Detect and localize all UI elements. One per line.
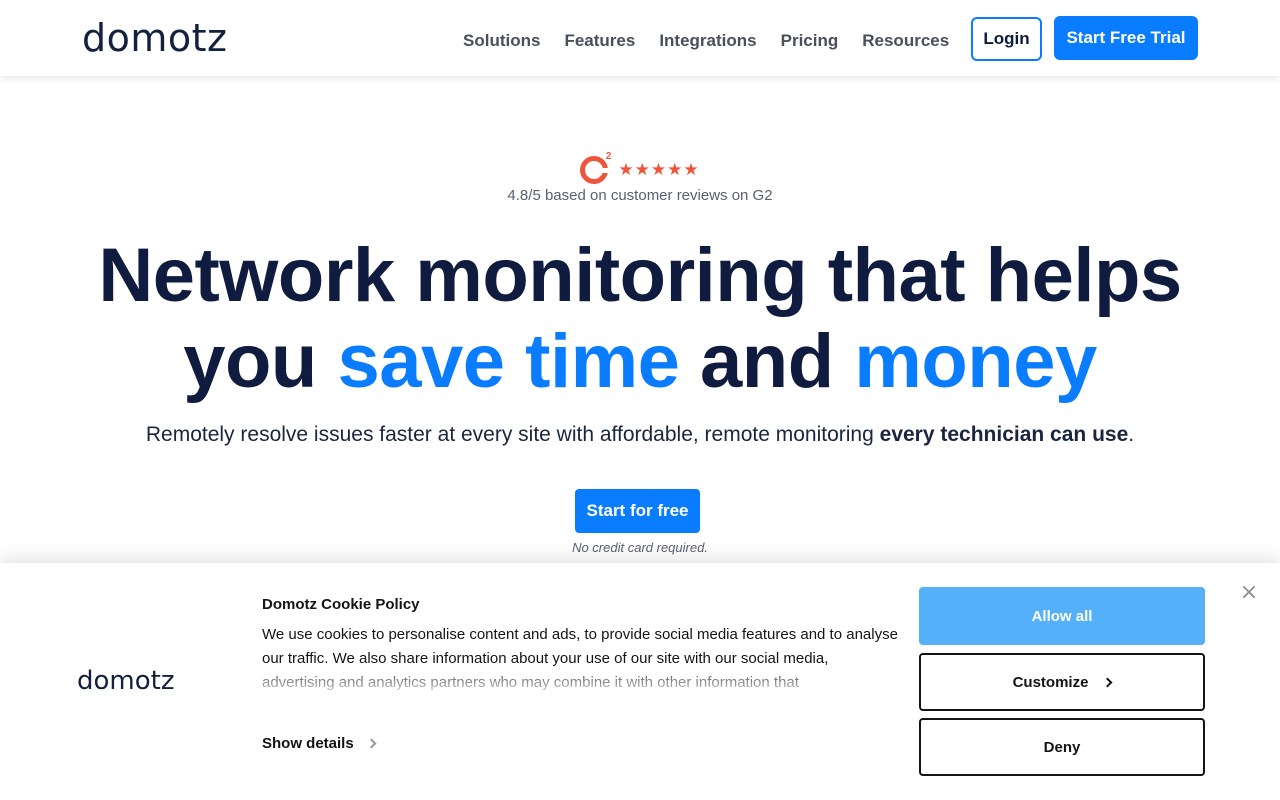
no-credit-card-note: No credit card required. [572, 540, 708, 555]
hero-subtitle: Remotely resolve issues faster at every … [0, 423, 1280, 447]
g2-rating: 2 ★★★★★ [0, 151, 1280, 184]
nav-integrations[interactable]: Integrations [659, 30, 756, 52]
g2-logo-mark: 2 [605, 151, 612, 162]
rating-stars-icon: ★★★★★ [618, 160, 700, 180]
allow-all-button[interactable]: Allow all [919, 587, 1205, 645]
deny-button[interactable]: Deny [919, 718, 1205, 776]
headline-word-and: and [679, 319, 855, 404]
hero-headline-line-2: you save time and money [0, 319, 1280, 405]
chevron-right-icon [1102, 677, 1113, 687]
start-free-trial-button[interactable]: Start Free Trial [1054, 16, 1198, 60]
chevron-right-icon [366, 738, 377, 749]
subtitle-emphasis: every technician can use [879, 423, 1129, 446]
hero-headline-line-1: Network monitoring that helps [98, 233, 1182, 318]
subtitle-period: . [1128, 423, 1135, 446]
nav-pricing[interactable]: Pricing [781, 30, 839, 52]
customize-button[interactable]: Customize [919, 653, 1205, 711]
login-button[interactable]: Login [971, 17, 1042, 61]
headline-highlight-money: money [854, 319, 1097, 404]
cookie-title: Domotz Cookie Policy [262, 596, 420, 613]
nav-features[interactable]: Features [564, 30, 635, 52]
start-for-free-button[interactable]: Start for free [575, 489, 700, 533]
show-details-label: Show details [262, 735, 354, 752]
show-details-link[interactable]: Show details [262, 735, 377, 752]
site-header: domotz Solutions Features Integrations P… [0, 0, 1280, 76]
cookie-banner: domotz Domotz Cookie Policy We use cooki… [0, 563, 1280, 800]
domotz-logo[interactable]: domotz [82, 18, 227, 58]
close-icon[interactable]: × [1238, 582, 1260, 604]
nav-resources[interactable]: Resources [862, 30, 949, 52]
headline-highlight-save-time: save time [337, 319, 680, 404]
nav-solutions[interactable]: Solutions [463, 30, 540, 52]
main-nav: Solutions Features Integrations Pricing … [463, 30, 949, 52]
g2-logo-icon: 2 [580, 151, 611, 184]
subtitle-text: Remotely resolve issues faster at every … [145, 423, 880, 446]
rating-caption: 4.8/5 based on customer reviews on G2 [507, 187, 773, 204]
customize-label: Customize [1012, 673, 1089, 691]
cookie-banner-logo: domotz [77, 666, 175, 696]
headline-word-you: you [183, 319, 338, 404]
cookie-description: We use cookies to personalise content an… [262, 623, 902, 698]
